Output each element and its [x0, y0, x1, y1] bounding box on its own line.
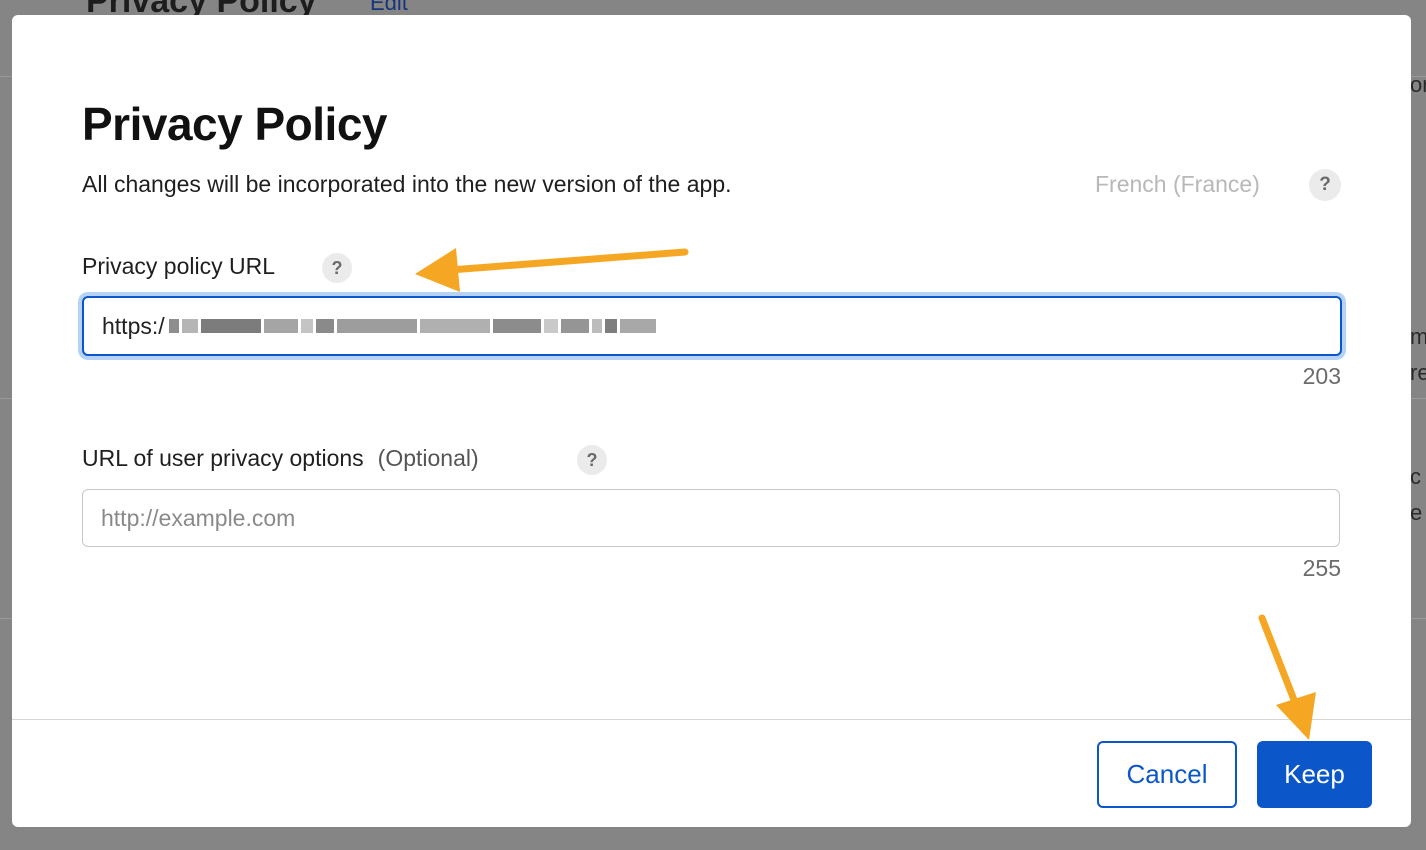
redacted-url-text: [168, 319, 656, 333]
privacy-policy-dialog: Privacy Policy All changes will be incor…: [12, 15, 1411, 827]
optional-label: (Optional): [377, 445, 479, 471]
privacy-options-char-counter: 255: [1302, 555, 1341, 581]
dialog-title: Privacy Policy: [82, 98, 387, 150]
privacy-url-input[interactable]: https:/: [82, 296, 1342, 356]
language-help-icon[interactable]: ?: [1309, 169, 1341, 201]
privacy-options-label: URL of user privacy options (Optional): [82, 445, 479, 472]
privacy-options-input[interactable]: [101, 504, 1339, 532]
cancel-button[interactable]: Cancel: [1097, 741, 1237, 808]
privacy-url-char-counter: 203: [1302, 363, 1341, 389]
language-label: French (France): [1095, 171, 1260, 197]
background-text-fragment: m: [1410, 324, 1426, 349]
privacy-options-input-box[interactable]: [82, 489, 1340, 547]
background-text-fragment: e: [1410, 500, 1423, 525]
background-text-fragment: c: [1410, 464, 1421, 489]
background-text-fragment: re: [1410, 360, 1426, 385]
background-text-fragment: or: [1410, 72, 1426, 97]
background-edit-link: Edit: [370, 0, 408, 15]
dialog-subtitle: All changes will be incorporated into th…: [82, 171, 732, 197]
privacy-url-label-text: Privacy policy URL: [82, 253, 275, 279]
privacy-url-label: Privacy policy URL: [82, 253, 275, 280]
privacy-url-value: https:/: [102, 312, 165, 339]
privacy-options-label-text: URL of user privacy options: [82, 445, 364, 471]
privacy-url-help-icon[interactable]: ?: [322, 253, 352, 283]
keep-button[interactable]: Keep: [1257, 741, 1372, 808]
privacy-options-help-icon[interactable]: ?: [577, 445, 607, 475]
dialog-footer-divider: [12, 719, 1411, 720]
